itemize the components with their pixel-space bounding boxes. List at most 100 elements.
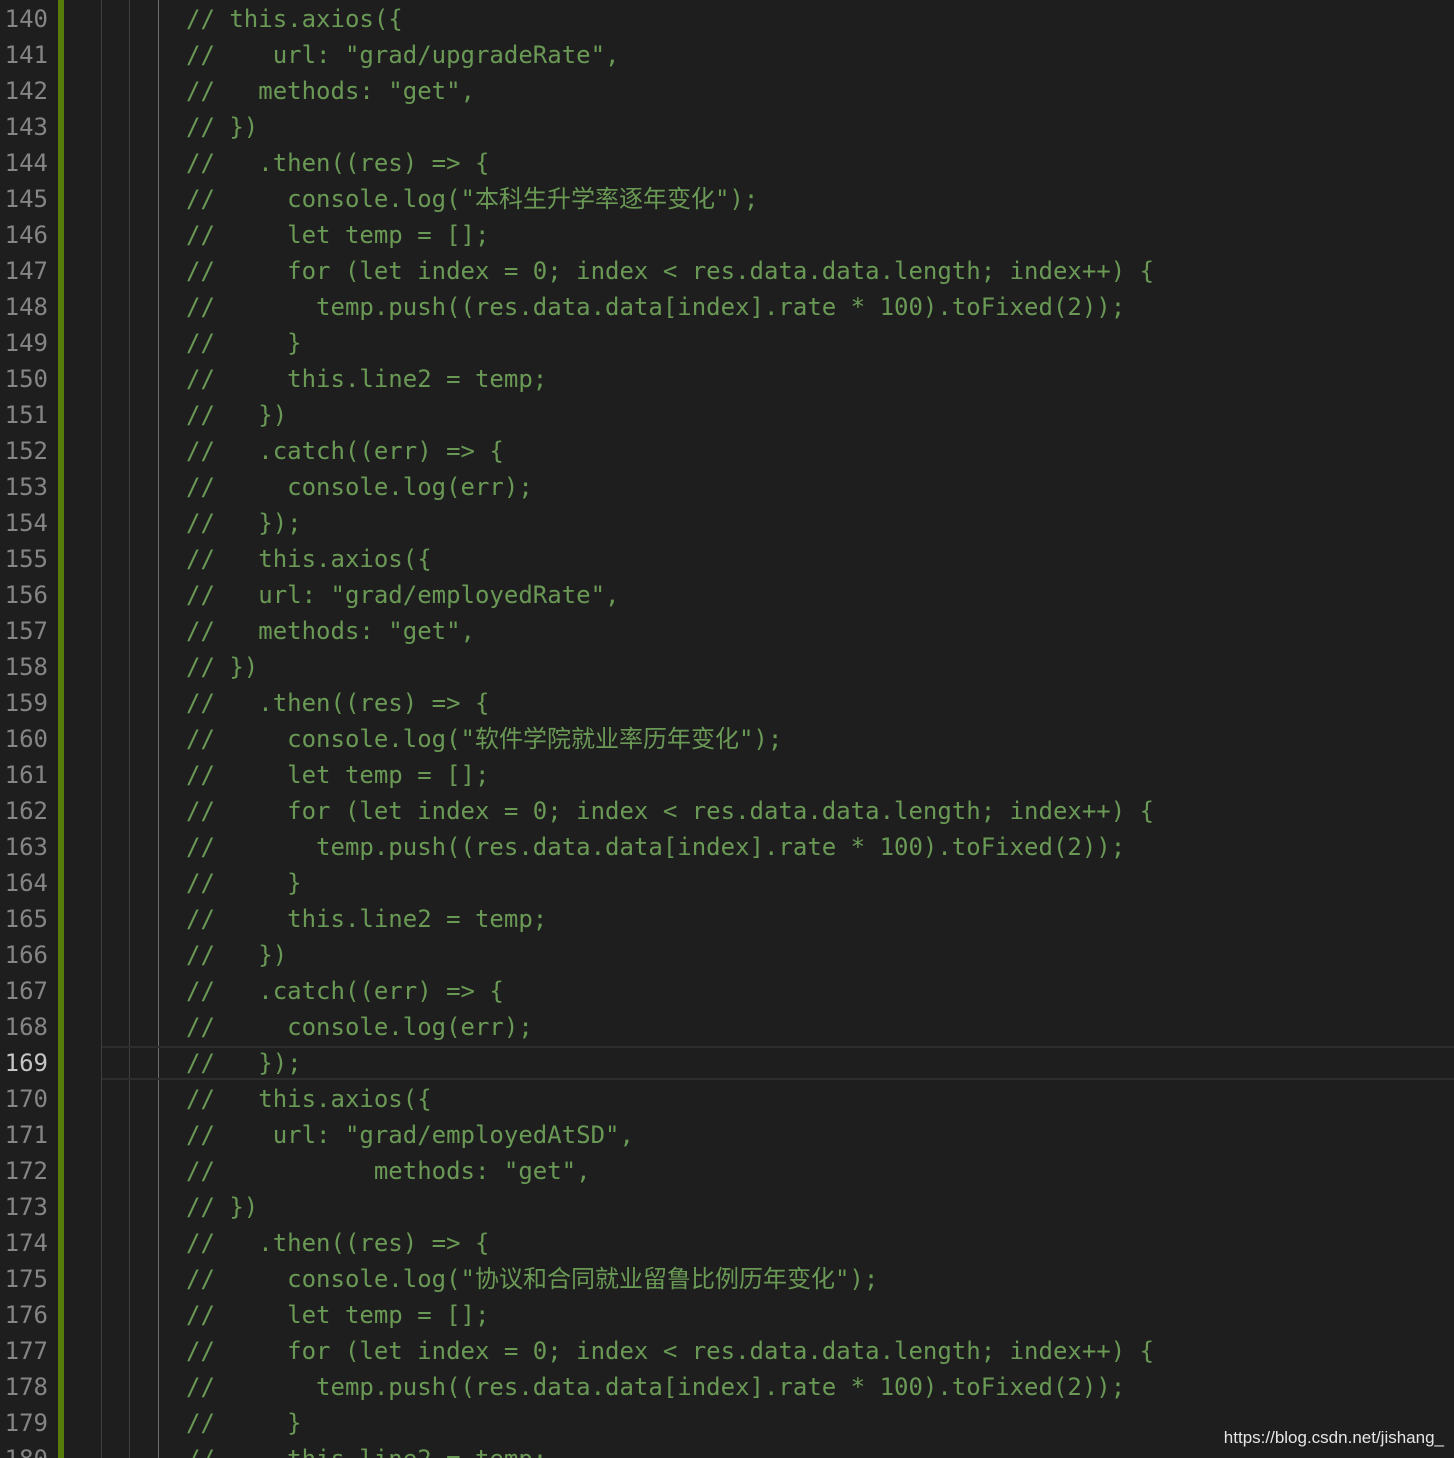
- code-editor[interactable]: 140 // this.axios({ 141 // url: "grad/upgra…: [0, 0, 1454, 1458]
- code-text[interactable]: // let temp = [];: [186, 1297, 489, 1333]
- code-line[interactable]: 152 // .catch((err) => {: [0, 433, 1454, 469]
- code-text[interactable]: // for (let index = 0; index < res.data.…: [186, 253, 1154, 289]
- code-line[interactable]: 171 // url: "grad/employedAtSD",: [0, 1117, 1454, 1153]
- code-line[interactable]: 168 // console.log(err);: [0, 1009, 1454, 1045]
- line-number: 159: [4, 689, 48, 717]
- code-text[interactable]: // }: [186, 325, 302, 361]
- line-number: 151: [4, 401, 48, 429]
- code-text[interactable]: // }): [186, 109, 258, 145]
- code-line[interactable]: 143 // }): [0, 109, 1454, 145]
- code-line[interactable]: 148 // temp.push((res.data.data[index].ra…: [0, 289, 1454, 325]
- code-text[interactable]: // });: [186, 1045, 302, 1081]
- code-text[interactable]: // }): [186, 649, 258, 685]
- code-text[interactable]: // url: "grad/employedAtSD",: [186, 1117, 634, 1153]
- code-text[interactable]: // this.axios({: [186, 1, 403, 37]
- line-number: 174: [4, 1229, 48, 1257]
- code-line[interactable]: 178 // temp.push((res.data.data[index].ra…: [0, 1369, 1454, 1405]
- code-line[interactable]: 169 // });: [0, 1045, 1454, 1081]
- code-line[interactable]: 142 // methods: "get",: [0, 73, 1454, 109]
- line-number: 171: [4, 1121, 48, 1149]
- line-number: 148: [4, 293, 48, 321]
- code-text[interactable]: // .then((res) => {: [186, 145, 489, 181]
- code-line[interactable]: 160 // console.log("软件学院就业率历年变化");: [0, 721, 1454, 757]
- code-text[interactable]: // for (let index = 0; index < res.data.…: [186, 1333, 1154, 1369]
- code-text[interactable]: // this.line2 = temp;: [186, 361, 547, 397]
- code-line[interactable]: 141 // url: "grad/upgradeRate",: [0, 37, 1454, 73]
- code-line[interactable]: 158 // }): [0, 649, 1454, 685]
- line-number: 154: [4, 509, 48, 537]
- code-line[interactable]: 167 // .catch((err) => {: [0, 973, 1454, 1009]
- code-text[interactable]: // url: "grad/upgradeRate",: [186, 37, 619, 73]
- code-text[interactable]: // }): [186, 1189, 258, 1225]
- line-number: 141: [4, 41, 48, 69]
- code-line[interactable]: 156 // url: "grad/employedRate",: [0, 577, 1454, 613]
- code-text[interactable]: // this.line2 = temp;: [186, 901, 547, 937]
- code-text[interactable]: // temp.push((res.data.data[index].rate …: [186, 1369, 1125, 1405]
- line-number: 146: [4, 221, 48, 249]
- watermark: https://blog.csdn.net/jishang_: [1223, 1428, 1444, 1447]
- code-text[interactable]: // url: "grad/employedRate",: [186, 577, 619, 613]
- code-line[interactable]: 161 // let temp = [];: [0, 757, 1454, 793]
- code-line[interactable]: 165 // this.line2 = temp;: [0, 901, 1454, 937]
- line-number: 147: [4, 257, 48, 285]
- code-line[interactable]: 149 // }: [0, 325, 1454, 361]
- code-text[interactable]: // methods: "get",: [186, 73, 475, 109]
- code-text[interactable]: // .catch((err) => {: [186, 433, 504, 469]
- code-line[interactable]: 153 // console.log(err);: [0, 469, 1454, 505]
- code-text[interactable]: // }: [186, 1405, 302, 1441]
- code-line[interactable]: 173 // }): [0, 1189, 1454, 1225]
- code-line[interactable]: 157 // methods: "get",: [0, 613, 1454, 649]
- code-text[interactable]: // console.log("本科生升学率逐年变化");: [186, 181, 758, 217]
- code-line[interactable]: 175 // console.log("协议和合同就业留鲁比例历年变化");: [0, 1261, 1454, 1297]
- code-text[interactable]: // }): [186, 397, 287, 433]
- code-text[interactable]: // });: [186, 505, 302, 541]
- code-text[interactable]: // this.axios({: [186, 541, 432, 577]
- code-line[interactable]: 174 // .then((res) => {: [0, 1225, 1454, 1261]
- code-line[interactable]: 162 // for (let index = 0; index < res.da…: [0, 793, 1454, 829]
- line-number: 165: [4, 905, 48, 933]
- code-line[interactable]: 154 // });: [0, 505, 1454, 541]
- code-text[interactable]: // temp.push((res.data.data[index].rate …: [186, 829, 1125, 865]
- code-line[interactable]: 151 // }): [0, 397, 1454, 433]
- code-text[interactable]: // let temp = [];: [186, 217, 489, 253]
- code-line[interactable]: 163 // temp.push((res.data.data[index].ra…: [0, 829, 1454, 865]
- code-line[interactable]: 176 // let temp = [];: [0, 1297, 1454, 1333]
- line-number: 177: [4, 1337, 48, 1365]
- code-line[interactable]: 159 // .then((res) => {: [0, 685, 1454, 721]
- line-number: 172: [4, 1157, 48, 1185]
- code-text[interactable]: // this.axios({: [186, 1081, 432, 1117]
- code-line[interactable]: 146 // let temp = [];: [0, 217, 1454, 253]
- code-line[interactable]: 140 // this.axios({: [0, 1, 1454, 37]
- code-text[interactable]: // .then((res) => {: [186, 1225, 489, 1261]
- code-text[interactable]: // temp.push((res.data.data[index].rate …: [186, 289, 1125, 325]
- code-line[interactable]: 150 // this.line2 = temp;: [0, 361, 1454, 397]
- line-number: 153: [4, 473, 48, 501]
- code-text[interactable]: // console.log(err);: [186, 1009, 533, 1045]
- code-text[interactable]: // this.line2 = temp;: [186, 1441, 547, 1458]
- code-text[interactable]: // methods: "get",: [186, 1153, 591, 1189]
- code-line[interactable]: 166 // }): [0, 937, 1454, 973]
- line-number: 157: [4, 617, 48, 645]
- code-text[interactable]: // console.log(err);: [186, 469, 533, 505]
- code-line[interactable]: 170 // this.axios({: [0, 1081, 1454, 1117]
- code-text[interactable]: // console.log("软件学院就业率历年变化");: [186, 721, 782, 757]
- code-text[interactable]: // let temp = [];: [186, 757, 489, 793]
- code-text[interactable]: // .catch((err) => {: [186, 973, 504, 1009]
- code-line[interactable]: 177 // for (let index = 0; index < res.da…: [0, 1333, 1454, 1369]
- line-number: 178: [4, 1373, 48, 1401]
- code-line[interactable]: 164 // }: [0, 865, 1454, 901]
- code-text[interactable]: // .then((res) => {: [186, 685, 489, 721]
- code-text[interactable]: // for (let index = 0; index < res.data.…: [186, 793, 1154, 829]
- code-line[interactable]: 144 // .then((res) => {: [0, 145, 1454, 181]
- code-text[interactable]: // }: [186, 865, 302, 901]
- line-number: 173: [4, 1193, 48, 1221]
- code-line[interactable]: 155 // this.axios({: [0, 541, 1454, 577]
- code-line[interactable]: 145 // console.log("本科生升学率逐年变化");: [0, 181, 1454, 217]
- code-text[interactable]: // methods: "get",: [186, 613, 475, 649]
- code-text[interactable]: // console.log("协议和合同就业留鲁比例历年变化");: [186, 1261, 878, 1297]
- line-number: 142: [4, 77, 48, 105]
- code-line[interactable]: 172 // methods: "get",: [0, 1153, 1454, 1189]
- code-text[interactable]: // }): [186, 937, 287, 973]
- code-line[interactable]: 147 // for (let index = 0; index < res.da…: [0, 253, 1454, 289]
- line-number: 169: [4, 1049, 48, 1077]
